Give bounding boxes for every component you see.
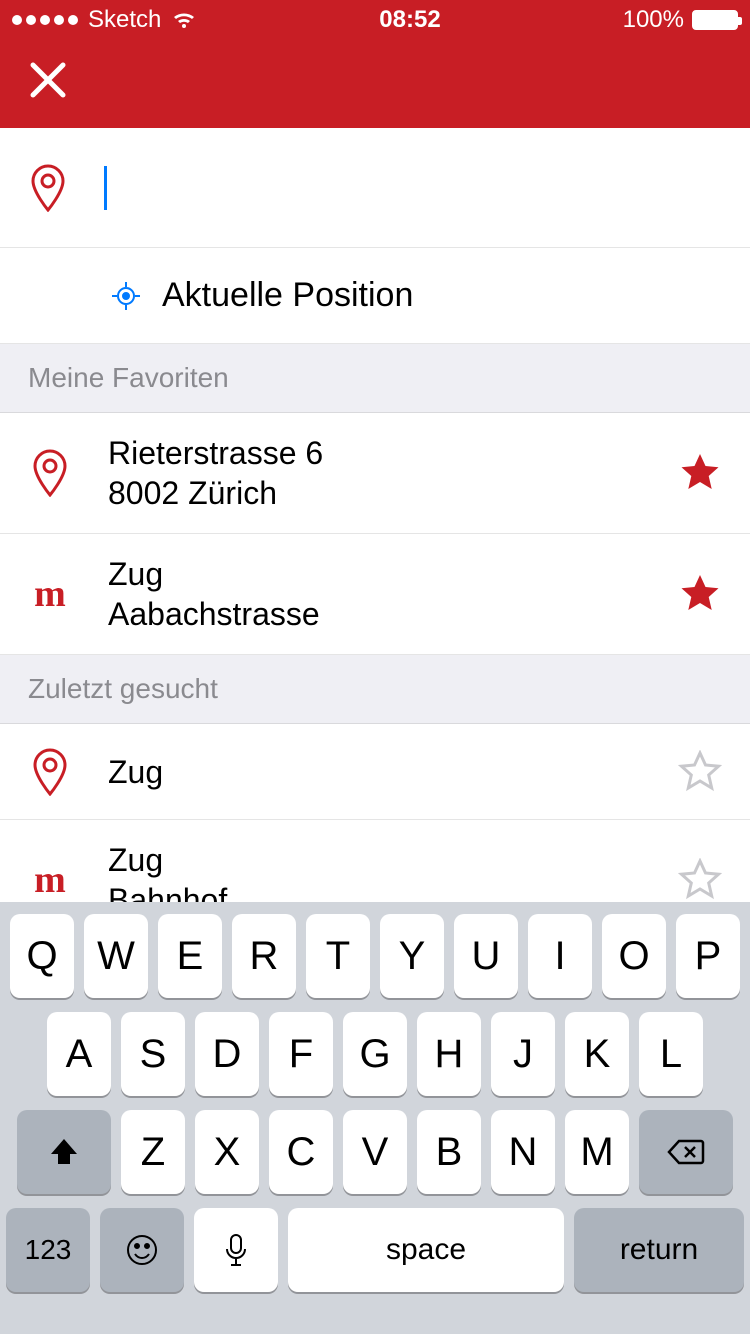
keyboard-row-4: 123 space return	[6, 1208, 744, 1292]
key-j[interactable]: J	[491, 1012, 555, 1096]
crosshair-icon	[112, 282, 140, 310]
status-bar: Sketch 08:52 100%	[0, 0, 750, 40]
location-pin-icon	[28, 449, 72, 497]
status-left: Sketch	[12, 6, 197, 34]
emoji-icon	[125, 1233, 159, 1267]
key-s[interactable]: S	[121, 1012, 185, 1096]
key-a[interactable]: A	[47, 1012, 111, 1096]
key-l[interactable]: L	[639, 1012, 703, 1096]
return-key[interactable]: return	[574, 1208, 744, 1292]
recent-text: Zug	[108, 752, 642, 792]
m-icon: m	[28, 572, 72, 616]
key-m[interactable]: M	[565, 1110, 629, 1194]
key-x[interactable]: X	[195, 1110, 259, 1194]
key-b[interactable]: B	[417, 1110, 481, 1194]
recent-row[interactable]: Zug	[0, 724, 750, 820]
keyboard-row-1: Q W E R T Y U I O P	[6, 914, 744, 998]
keyboard: Q W E R T Y U I O P A S D F G H J K L Z …	[0, 902, 750, 1334]
mic-icon	[224, 1233, 248, 1267]
key-w[interactable]: W	[84, 914, 148, 998]
key-r[interactable]: R	[232, 914, 296, 998]
battery-icon	[692, 10, 738, 30]
favorite-text: Zug Aabachstrasse	[108, 554, 642, 634]
key-y[interactable]: Y	[380, 914, 444, 998]
key-k[interactable]: K	[565, 1012, 629, 1096]
favorite-line2: 8002 Zürich	[108, 473, 642, 513]
favorite-line1: Rieterstrasse 6	[108, 435, 323, 471]
shift-icon	[48, 1136, 80, 1168]
recent-header: Zuletzt gesucht	[0, 655, 750, 724]
nav-bar	[0, 40, 750, 128]
recent-line1: Zug	[108, 754, 163, 790]
star-filled-icon[interactable]	[678, 451, 722, 495]
search-row	[0, 128, 750, 248]
keyboard-row-2: A S D F G H J K L	[6, 1012, 744, 1096]
close-icon	[28, 60, 68, 100]
key-g[interactable]: G	[343, 1012, 407, 1096]
emoji-key[interactable]	[100, 1208, 184, 1292]
status-right: 100%	[623, 6, 738, 34]
key-c[interactable]: C	[269, 1110, 333, 1194]
star-filled-icon[interactable]	[678, 572, 722, 616]
star-outline-icon[interactable]	[678, 750, 722, 794]
key-u[interactable]: U	[454, 914, 518, 998]
search-input[interactable]	[107, 163, 722, 213]
keyboard-row-3: Z X C V B N M	[6, 1110, 744, 1194]
key-h[interactable]: H	[417, 1012, 481, 1096]
m-icon: m	[28, 858, 72, 902]
key-o[interactable]: O	[602, 914, 666, 998]
favorite-row[interactable]: Rieterstrasse 6 8002 Zürich	[0, 413, 750, 534]
favorite-row[interactable]: m Zug Aabachstrasse	[0, 534, 750, 655]
key-v[interactable]: V	[343, 1110, 407, 1194]
location-pin-icon	[28, 164, 68, 212]
close-button[interactable]	[28, 57, 68, 112]
key-f[interactable]: F	[269, 1012, 333, 1096]
favorite-line1: Zug	[108, 556, 163, 592]
current-position-label: Aktuelle Position	[162, 276, 413, 315]
key-e[interactable]: E	[158, 914, 222, 998]
key-q[interactable]: Q	[10, 914, 74, 998]
star-outline-icon[interactable]	[678, 858, 722, 902]
key-i[interactable]: I	[528, 914, 592, 998]
space-key[interactable]: space	[288, 1208, 564, 1292]
key-p[interactable]: P	[676, 914, 740, 998]
current-position-row[interactable]: Aktuelle Position	[0, 248, 750, 344]
clock: 08:52	[379, 6, 440, 34]
favorite-line2: Aabachstrasse	[108, 594, 642, 634]
wifi-icon	[171, 10, 197, 30]
key-n[interactable]: N	[491, 1110, 555, 1194]
backspace-key[interactable]	[639, 1110, 733, 1194]
key-d[interactable]: D	[195, 1012, 259, 1096]
battery-percent: 100%	[623, 6, 684, 34]
favorite-text: Rieterstrasse 6 8002 Zürich	[108, 433, 642, 513]
mic-key[interactable]	[194, 1208, 278, 1292]
numbers-key[interactable]: 123	[6, 1208, 90, 1292]
carrier-label: Sketch	[88, 6, 161, 34]
key-t[interactable]: T	[306, 914, 370, 998]
shift-key[interactable]	[17, 1110, 111, 1194]
location-pin-icon	[28, 748, 72, 796]
key-z[interactable]: Z	[121, 1110, 185, 1194]
backspace-icon	[667, 1138, 705, 1166]
favorites-header: Meine Favoriten	[0, 344, 750, 413]
signal-dots-icon	[12, 15, 78, 25]
recent-line1: Zug	[108, 842, 163, 878]
